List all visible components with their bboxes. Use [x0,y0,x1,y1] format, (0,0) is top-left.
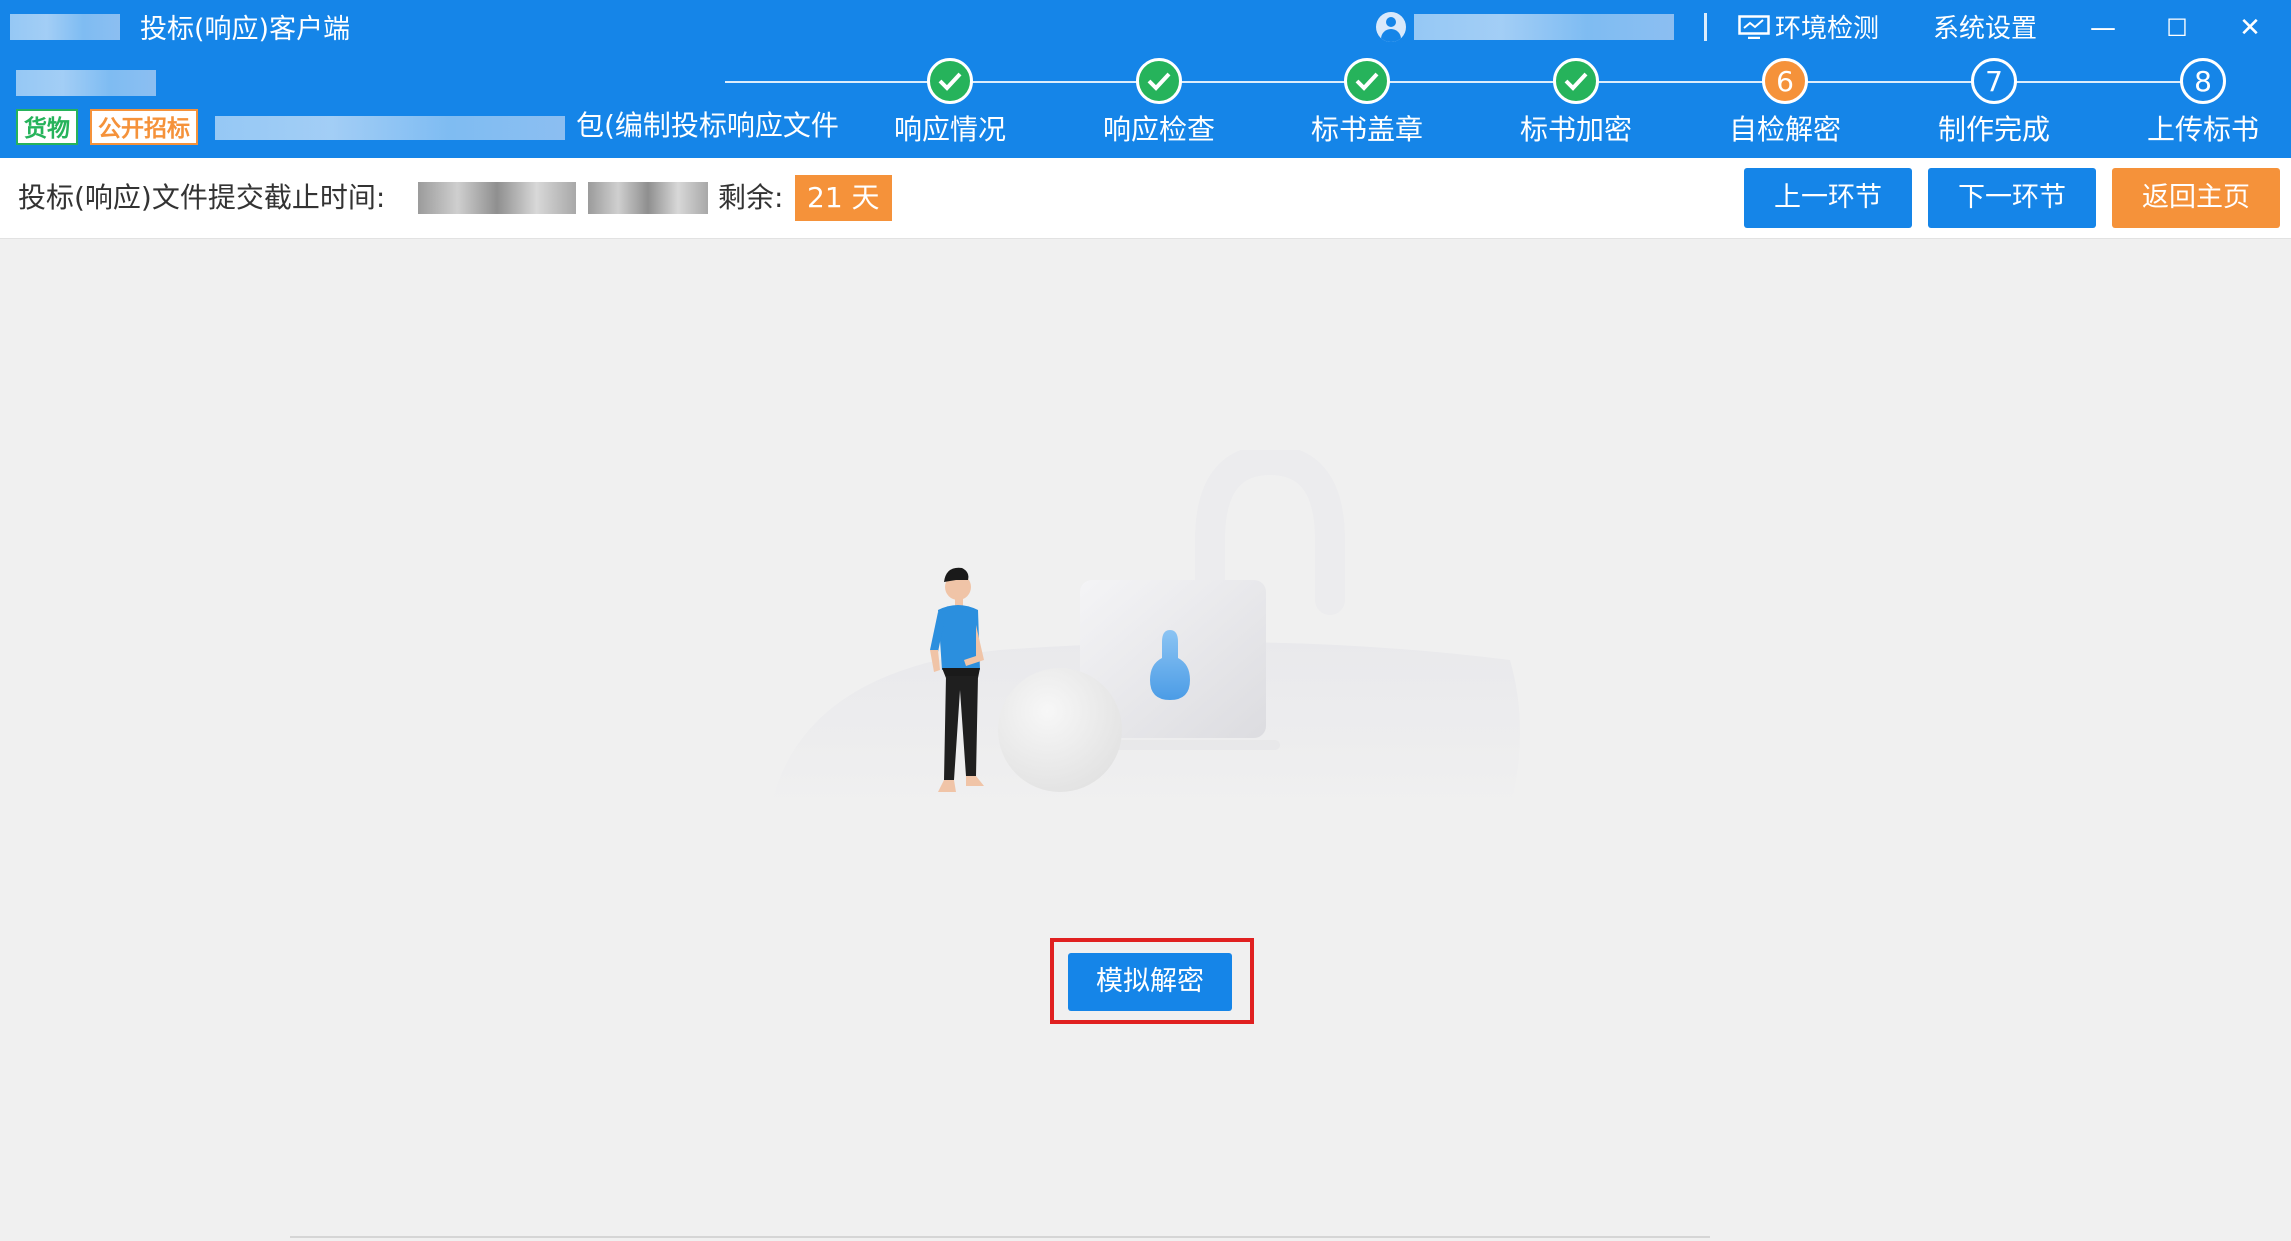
step-label: 响应情况 [893,113,1006,146]
step-self-check-decrypt[interactable]: 6 自检解密 [1685,58,1885,150]
check-icon [1344,58,1390,104]
company-name-redacted [16,70,156,96]
project-name-suffix: 包(编制投标响应文件 [576,109,839,142]
step-number-badge: 8 [2180,58,2226,104]
simulate-decrypt-button[interactable]: 模拟解密 [1068,953,1232,1011]
minimize-button[interactable]: — [2083,8,2123,48]
user-avatar-icon[interactable] [1376,12,1406,42]
check-icon [927,58,973,104]
remaining-days-badge: 21 天 [795,175,892,221]
maximize-button[interactable]: ☐ [2157,8,2197,48]
app-header: 投标(响应)客户端 环境检测 系统设置 — ☐ ✕ 货物 公开招标 包(编制投标… [0,0,2291,158]
monitor-icon[interactable] [1738,15,1770,39]
step-label: 自检解密 [1728,113,1841,146]
app-logo-redacted [10,14,120,40]
home-button[interactable]: 返回主页 [2112,168,2280,228]
step-response-check[interactable]: 响应检查 [1059,58,1259,150]
unlock-illustration [770,450,1520,810]
step-number-badge: 7 [1971,58,2017,104]
step-seal[interactable]: 标书盖章 [1267,58,1467,150]
remaining-label: 剩余: [718,181,784,214]
deadline-bar: 投标(响应)文件提交截止时间: 剩余: 21 天 上一环节 下一环节 返回主页 [0,158,2291,239]
deadline-time-redacted [588,182,708,214]
step-response-status[interactable]: 响应情况 [850,58,1050,150]
step-encrypt[interactable]: 标书加密 [1476,58,1676,150]
header-divider [1704,13,1707,41]
method-tag: 公开招标 [90,109,198,145]
next-step-button[interactable]: 下一环节 [1928,168,2096,228]
deadline-date-redacted [418,182,576,214]
step-label: 制作完成 [1937,113,2050,146]
step-complete[interactable]: 7 制作完成 [1894,58,2094,150]
step-number-badge: 6 [1762,58,1808,104]
settings-menu[interactable]: 系统设置 [1933,10,2037,48]
env-check-menu[interactable]: 环境检测 [1775,10,1879,48]
prev-step-button[interactable]: 上一环节 [1744,168,1912,228]
step-label: 上传标书 [2146,113,2259,146]
window-title: 投标(响应)客户端 [140,14,351,45]
close-button[interactable]: ✕ [2230,8,2270,48]
project-name-redacted [215,116,565,140]
check-icon [1136,58,1182,104]
deadline-label: 投标(响应)文件提交截止时间: [18,181,386,214]
check-icon [1553,58,1599,104]
username-redacted[interactable] [1414,14,1674,40]
category-tag: 货物 [16,109,78,145]
step-label: 响应检查 [1102,113,1215,146]
step-upload[interactable]: 8 上传标书 [2103,58,2291,150]
step-label: 标书加密 [1519,113,1632,146]
status-divider [290,1236,1710,1238]
step-label: 标书盖章 [1310,113,1423,146]
